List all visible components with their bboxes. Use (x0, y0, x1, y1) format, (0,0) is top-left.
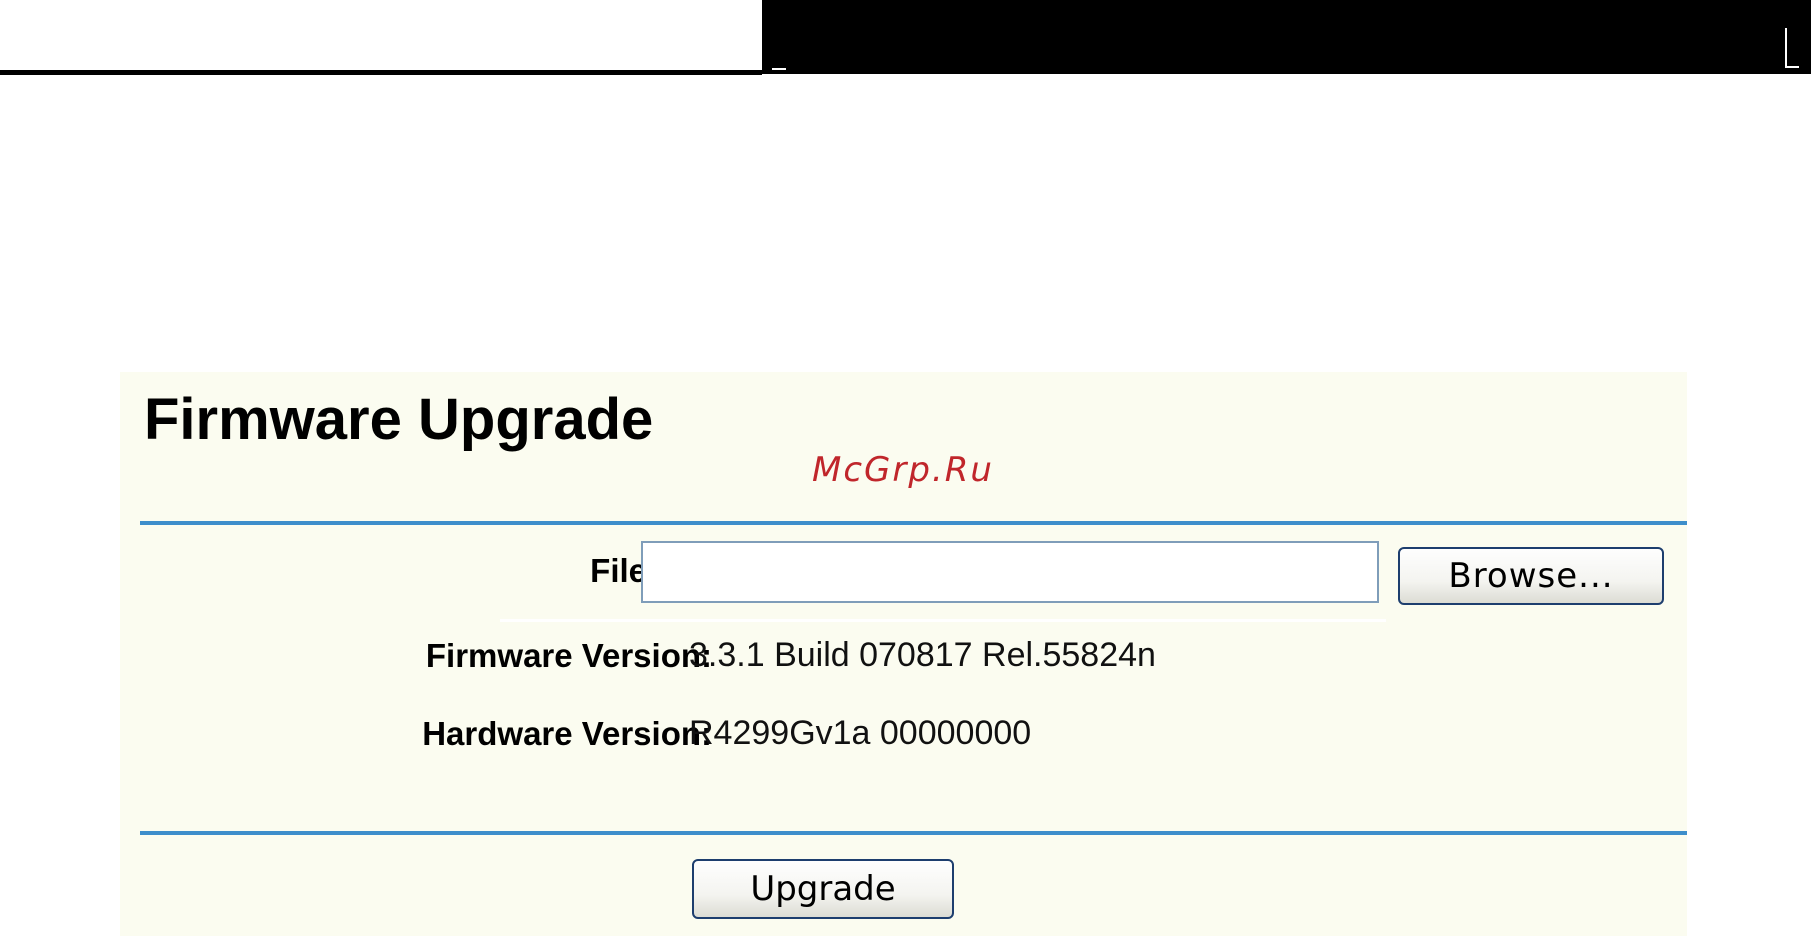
top-black-bar (762, 0, 1811, 74)
bottom-divider (140, 831, 1687, 835)
upgrade-button[interactable]: Upgrade (692, 859, 954, 919)
corner-mark-left (772, 66, 786, 70)
top-rule (0, 70, 762, 75)
firmware-version-value: 3.3.1 Build 070817 Rel.55824n (689, 636, 1156, 674)
firmware-version-label: Firmware Version: (425, 637, 712, 674)
watermark: McGrp.Ru (812, 450, 994, 490)
input-underline (500, 619, 1386, 622)
hardware-version-value: R4299Gv1a 00000000 (689, 714, 1032, 752)
browse-button[interactable]: Browse... (1398, 547, 1664, 605)
corner-mark-right (1785, 28, 1799, 68)
firmware-upgrade-panel: Firmware Upgrade McGrp.Ru File: Browse..… (120, 372, 1687, 936)
file-input[interactable] (641, 541, 1379, 603)
top-divider (140, 521, 1687, 525)
hardware-version-label: Hardware Version: (422, 715, 712, 752)
page-title: Firmware Upgrade (144, 387, 654, 452)
